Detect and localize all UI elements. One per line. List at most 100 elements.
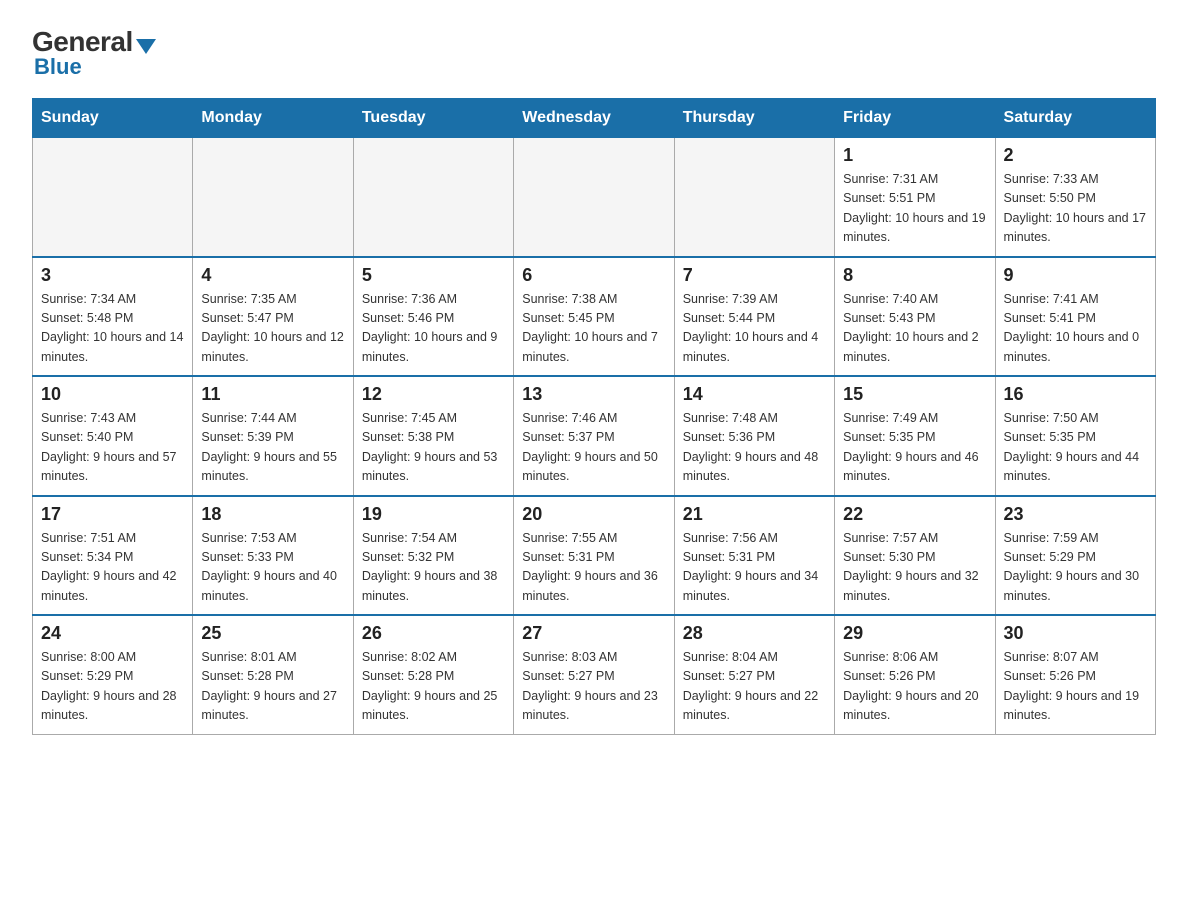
calendar-header-sunday: Sunday <box>33 99 193 138</box>
calendar-cell: 7Sunrise: 7:39 AMSunset: 5:44 PMDaylight… <box>674 257 834 377</box>
day-info: Sunrise: 7:50 AMSunset: 5:35 PMDaylight:… <box>1004 409 1147 487</box>
day-info: Sunrise: 8:02 AMSunset: 5:28 PMDaylight:… <box>362 648 505 726</box>
calendar-header-friday: Friday <box>835 99 995 138</box>
calendar-cell: 24 Sunrise: 8:00 AMSunset: 5:29 PMDayligh… <box>33 615 193 734</box>
calendar-cell <box>674 138 834 257</box>
logo-general: General <box>32 28 133 56</box>
calendar-cell: 17 Sunrise: 7:51 AMSunset: 5:34 PMDayligh… <box>33 496 193 616</box>
calendar-cell: 13Sunrise: 7:46 AMSunset: 5:37 PMDayligh… <box>514 376 674 496</box>
logo-blue: Blue <box>34 54 82 80</box>
calendar-cell: 15Sunrise: 7:49 AMSunset: 5:35 PMDayligh… <box>835 376 995 496</box>
calendar-cell: 10 Sunrise: 7:43 AMSunset: 5:40 PMDayligh… <box>33 376 193 496</box>
calendar-cell: 28 Sunrise: 8:04 AMSunset: 5:27 PMDayligh… <box>674 615 834 734</box>
calendar-week-row: 24 Sunrise: 8:00 AMSunset: 5:29 PMDayligh… <box>33 615 1156 734</box>
day-info: Sunrise: 7:54 AMSunset: 5:32 PMDaylight:… <box>362 529 505 607</box>
calendar-cell <box>33 138 193 257</box>
calendar-cell <box>193 138 353 257</box>
day-info: Sunrise: 7:56 AMSunset: 5:31 PMDaylight:… <box>683 529 826 607</box>
day-info: Sunrise: 7:36 AMSunset: 5:46 PMDaylight:… <box>362 290 505 368</box>
calendar-cell: 6 Sunrise: 7:38 AMSunset: 5:45 PMDaylight… <box>514 257 674 377</box>
day-number: 16 <box>1004 384 1147 405</box>
day-number: 13 <box>522 384 665 405</box>
calendar-cell: 5 Sunrise: 7:36 AMSunset: 5:46 PMDaylight… <box>353 257 513 377</box>
calendar-cell: 16 Sunrise: 7:50 AMSunset: 5:35 PMDayligh… <box>995 376 1155 496</box>
day-number: 20 <box>522 504 665 525</box>
calendar-week-row: 10 Sunrise: 7:43 AMSunset: 5:40 PMDayligh… <box>33 376 1156 496</box>
calendar-cell: 20 Sunrise: 7:55 AMSunset: 5:31 PMDayligh… <box>514 496 674 616</box>
day-number: 25 <box>201 623 344 644</box>
calendar-week-row: 3 Sunrise: 7:34 AMSunset: 5:48 PMDaylight… <box>33 257 1156 377</box>
day-info: Sunrise: 7:59 AMSunset: 5:29 PMDaylight:… <box>1004 529 1147 607</box>
calendar-cell: 18 Sunrise: 7:53 AMSunset: 5:33 PMDayligh… <box>193 496 353 616</box>
day-number: 30 <box>1004 623 1147 644</box>
day-info: Sunrise: 7:40 AMSunset: 5:43 PMDaylight:… <box>843 290 986 368</box>
calendar-cell: 14 Sunrise: 7:48 AMSunset: 5:36 PMDayligh… <box>674 376 834 496</box>
day-info: Sunrise: 7:57 AMSunset: 5:30 PMDaylight:… <box>843 529 986 607</box>
calendar-cell: 27Sunrise: 8:03 AMSunset: 5:27 PMDayligh… <box>514 615 674 734</box>
day-info: Sunrise: 7:44 AMSunset: 5:39 PMDaylight:… <box>201 409 344 487</box>
day-number: 22 <box>843 504 986 525</box>
day-number: 11 <box>201 384 344 405</box>
day-number: 19 <box>362 504 505 525</box>
day-number: 28 <box>683 623 826 644</box>
day-number: 3 <box>41 265 184 286</box>
calendar-cell: 11 Sunrise: 7:44 AMSunset: 5:39 PMDayligh… <box>193 376 353 496</box>
calendar-week-row: 1Sunrise: 7:31 AMSunset: 5:51 PMDaylight… <box>33 138 1156 257</box>
day-info: Sunrise: 7:49 AMSunset: 5:35 PMDaylight:… <box>843 409 986 487</box>
day-number: 12 <box>362 384 505 405</box>
day-number: 17 <box>41 504 184 525</box>
day-number: 26 <box>362 623 505 644</box>
day-info: Sunrise: 7:55 AMSunset: 5:31 PMDaylight:… <box>522 529 665 607</box>
day-info: Sunrise: 7:51 AMSunset: 5:34 PMDaylight:… <box>41 529 184 607</box>
day-info: Sunrise: 7:38 AMSunset: 5:45 PMDaylight:… <box>522 290 665 368</box>
day-info: Sunrise: 8:00 AMSunset: 5:29 PMDaylight:… <box>41 648 184 726</box>
day-info: Sunrise: 8:04 AMSunset: 5:27 PMDaylight:… <box>683 648 826 726</box>
calendar-cell: 29 Sunrise: 8:06 AMSunset: 5:26 PMDayligh… <box>835 615 995 734</box>
calendar-week-row: 17 Sunrise: 7:51 AMSunset: 5:34 PMDayligh… <box>33 496 1156 616</box>
day-info: Sunrise: 7:33 AMSunset: 5:50 PMDaylight:… <box>1004 170 1147 248</box>
day-info: Sunrise: 8:06 AMSunset: 5:26 PMDaylight:… <box>843 648 986 726</box>
day-info: Sunrise: 8:01 AMSunset: 5:28 PMDaylight:… <box>201 648 344 726</box>
day-number: 23 <box>1004 504 1147 525</box>
logo-arrow-icon <box>136 39 156 54</box>
day-number: 8 <box>843 265 986 286</box>
day-info: Sunrise: 7:34 AMSunset: 5:48 PMDaylight:… <box>41 290 184 368</box>
calendar-cell: 25 Sunrise: 8:01 AMSunset: 5:28 PMDayligh… <box>193 615 353 734</box>
calendar-cell: 30 Sunrise: 8:07 AMSunset: 5:26 PMDayligh… <box>995 615 1155 734</box>
calendar-header-saturday: Saturday <box>995 99 1155 138</box>
day-info: Sunrise: 8:07 AMSunset: 5:26 PMDaylight:… <box>1004 648 1147 726</box>
day-number: 7 <box>683 265 826 286</box>
day-number: 27 <box>522 623 665 644</box>
day-number: 2 <box>1004 145 1147 166</box>
calendar-header-monday: Monday <box>193 99 353 138</box>
calendar-cell: 4Sunrise: 7:35 AMSunset: 5:47 PMDaylight… <box>193 257 353 377</box>
day-info: Sunrise: 7:53 AMSunset: 5:33 PMDaylight:… <box>201 529 344 607</box>
calendar-cell: 1Sunrise: 7:31 AMSunset: 5:51 PMDaylight… <box>835 138 995 257</box>
day-info: Sunrise: 7:43 AMSunset: 5:40 PMDaylight:… <box>41 409 184 487</box>
day-info: Sunrise: 7:48 AMSunset: 5:36 PMDaylight:… <box>683 409 826 487</box>
calendar-cell: 3 Sunrise: 7:34 AMSunset: 5:48 PMDaylight… <box>33 257 193 377</box>
day-number: 29 <box>843 623 986 644</box>
day-info: Sunrise: 7:31 AMSunset: 5:51 PMDaylight:… <box>843 170 986 248</box>
day-number: 18 <box>201 504 344 525</box>
day-number: 6 <box>522 265 665 286</box>
calendar-cell: 19 Sunrise: 7:54 AMSunset: 5:32 PMDayligh… <box>353 496 513 616</box>
day-info: Sunrise: 7:41 AMSunset: 5:41 PMDaylight:… <box>1004 290 1147 368</box>
calendar-cell: 2 Sunrise: 7:33 AMSunset: 5:50 PMDaylight… <box>995 138 1155 257</box>
logo: General Blue <box>32 28 156 80</box>
day-info: Sunrise: 7:35 AMSunset: 5:47 PMDaylight:… <box>201 290 344 368</box>
calendar-cell <box>514 138 674 257</box>
day-number: 10 <box>41 384 184 405</box>
calendar-cell: 12Sunrise: 7:45 AMSunset: 5:38 PMDayligh… <box>353 376 513 496</box>
day-number: 21 <box>683 504 826 525</box>
calendar-cell: 22 Sunrise: 7:57 AMSunset: 5:30 PMDayligh… <box>835 496 995 616</box>
calendar-cell: 23 Sunrise: 7:59 AMSunset: 5:29 PMDayligh… <box>995 496 1155 616</box>
day-number: 14 <box>683 384 826 405</box>
day-number: 5 <box>362 265 505 286</box>
calendar-header-thursday: Thursday <box>674 99 834 138</box>
calendar-cell: 9 Sunrise: 7:41 AMSunset: 5:41 PMDaylight… <box>995 257 1155 377</box>
day-number: 24 <box>41 623 184 644</box>
calendar-cell: 26 Sunrise: 8:02 AMSunset: 5:28 PMDayligh… <box>353 615 513 734</box>
calendar-cell <box>353 138 513 257</box>
day-number: 9 <box>1004 265 1147 286</box>
